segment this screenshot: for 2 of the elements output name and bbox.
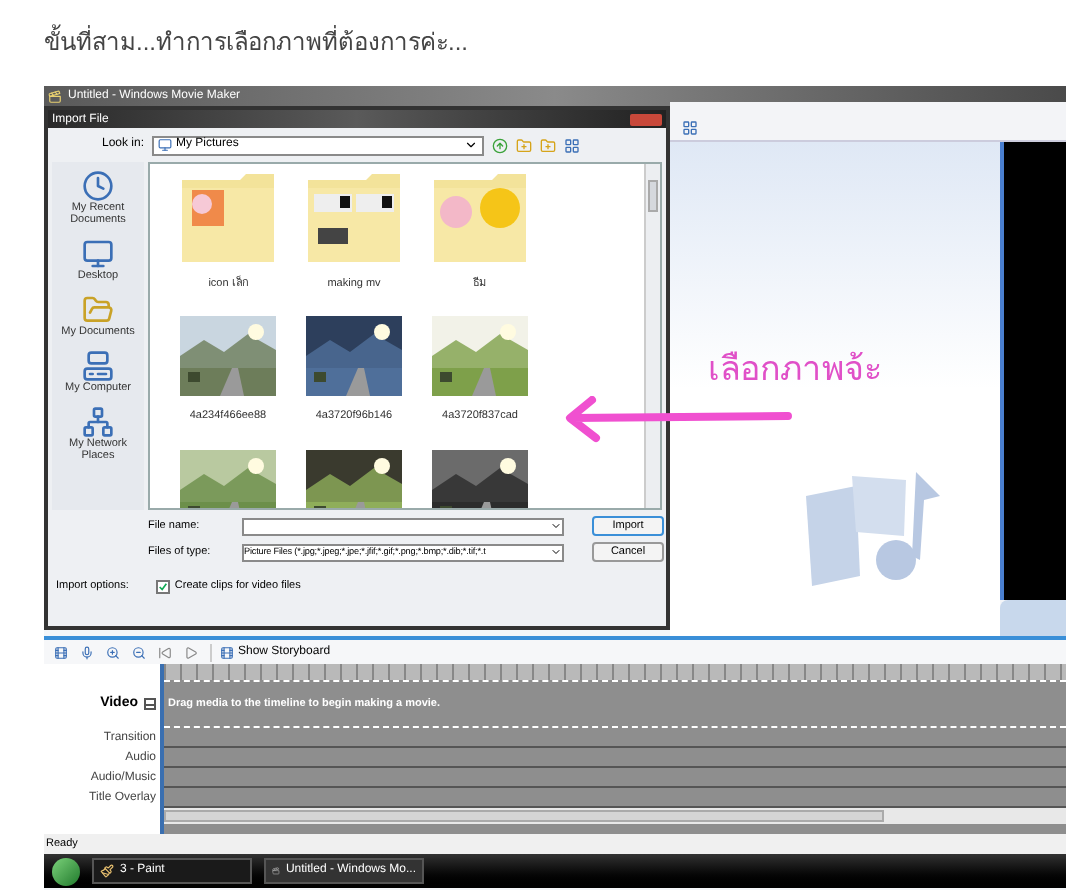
step-heading: ขั้นที่สาม...ทำการเลือกภาพที่ต้องการค่ะ... [44, 28, 469, 56]
annotation-text: เลือกภาพจ้ะ [708, 348, 882, 392]
